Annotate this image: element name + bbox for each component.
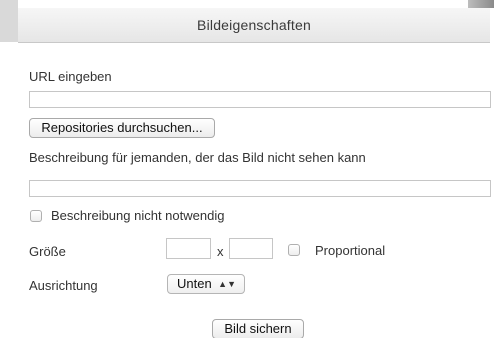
description-label: Beschreibung für jemanden, der das Bild … [29,150,366,165]
description-not-needed-label: Beschreibung nicht notwendig [51,208,225,223]
screen: Bildeigenschaften URL eingeben Repositor… [0,0,494,338]
proportional-label: Proportional [315,243,386,258]
browse-repositories-button[interactable]: Repositories durchsuchen... [29,118,215,138]
dialog-titlebar: Bildeigenschaften [18,8,490,43]
alignment-selected-value: Unten [177,276,212,291]
url-label: URL eingeben [29,69,112,84]
background-corner-left [0,0,18,42]
save-image-button[interactable]: Bild sichern [212,319,304,338]
width-input[interactable] [166,238,211,259]
description-input[interactable] [29,180,491,197]
size-separator: x [217,244,224,259]
dialog-title: Bildeigenschaften [197,17,311,33]
description-not-needed-checkbox[interactable] [30,210,42,222]
alignment-select[interactable]: Unten ▲▼ [167,274,245,294]
background-corner-right [468,0,494,8]
height-input[interactable] [229,238,273,259]
image-properties-dialog: Bildeigenschaften URL eingeben Repositor… [18,8,491,338]
url-input[interactable] [29,91,491,108]
proportional-checkbox[interactable] [288,244,300,256]
size-label: Größe [29,244,66,259]
updown-arrows-icon: ▲▼ [218,279,236,289]
alignment-label: Ausrichtung [29,278,98,293]
